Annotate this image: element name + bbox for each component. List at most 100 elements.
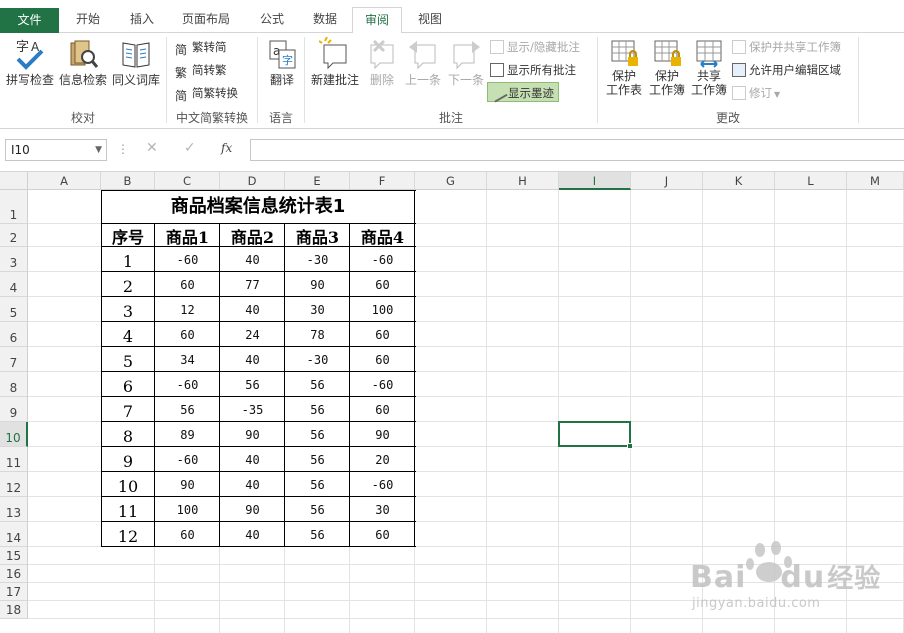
data-cell: 90 bbox=[310, 278, 325, 292]
row-header-11[interactable]: 11 bbox=[0, 447, 28, 472]
ink-pen-icon bbox=[488, 83, 508, 103]
table-header-cell: 商品3 bbox=[295, 228, 340, 247]
row-header-8[interactable]: 8 bbox=[0, 372, 28, 397]
column-header-k[interactable]: K bbox=[703, 172, 775, 190]
column-header-e[interactable]: E bbox=[285, 172, 350, 190]
row-header-16[interactable]: 16 bbox=[0, 565, 28, 583]
formula-input[interactable] bbox=[250, 139, 904, 161]
row-header-10[interactable]: 10 bbox=[0, 422, 28, 447]
share-workbook-icon bbox=[696, 40, 722, 68]
row-header-3[interactable]: 3 bbox=[0, 247, 28, 272]
row-header-18[interactable]: 18 bbox=[0, 601, 28, 619]
data-cell: 30 bbox=[310, 303, 325, 317]
data-cell: 100 bbox=[371, 303, 394, 317]
row-header-15[interactable]: 15 bbox=[0, 547, 28, 565]
column-header-c[interactable]: C bbox=[155, 172, 220, 190]
row-index-cell: 9 bbox=[122, 452, 134, 471]
column-header-g[interactable]: G bbox=[415, 172, 487, 190]
table-border bbox=[101, 190, 102, 547]
row-header-12[interactable]: 12 bbox=[0, 472, 28, 497]
row-header-14[interactable]: 14 bbox=[0, 522, 28, 547]
previous-comment-button[interactable]: 上一条 bbox=[403, 37, 443, 88]
convert-chinese-button[interactable]: 简简繁转换 bbox=[175, 83, 238, 103]
to-simplified-button[interactable]: 简繁转简 bbox=[175, 37, 227, 57]
row-header-4[interactable]: 4 bbox=[0, 272, 28, 297]
column-gridline bbox=[630, 190, 631, 633]
name-box[interactable]: I10 ▼ bbox=[5, 139, 107, 161]
show-ink-button[interactable]: 显示墨迹 bbox=[487, 82, 559, 103]
table-header-cell: 商品2 bbox=[230, 228, 275, 247]
column-header-b[interactable]: B bbox=[101, 172, 155, 190]
thesaurus-button[interactable]: 同义词库 bbox=[110, 37, 162, 88]
row-header-6[interactable]: 6 bbox=[0, 322, 28, 347]
new-comment-button[interactable]: 新建批注 bbox=[308, 37, 362, 88]
allow-edit-ranges-button[interactable]: 允许用户编辑区域 bbox=[732, 60, 841, 80]
protect-workbook-button[interactable]: 保护 工作簿 bbox=[646, 39, 688, 97]
cancel-icon[interactable]: ✕ bbox=[146, 140, 158, 156]
select-all-corner[interactable] bbox=[0, 172, 28, 190]
next-comment-button[interactable]: 下一条 bbox=[446, 37, 486, 88]
column-header-h[interactable]: H bbox=[487, 172, 559, 190]
row-header-9[interactable]: 9 bbox=[0, 397, 28, 422]
spell-check-button[interactable]: 字 A 拼写检查 bbox=[4, 37, 56, 88]
tab-file[interactable]: 文件 bbox=[0, 8, 59, 33]
tab-formulas[interactable]: 公式 bbox=[246, 7, 298, 33]
insert-function-icon[interactable]: fx bbox=[221, 141, 232, 155]
tab-page-layout[interactable]: 页面布局 bbox=[170, 7, 242, 33]
protect-sheet-button[interactable]: 保护 工作表 bbox=[603, 39, 645, 97]
show-hide-comment-button[interactable]: 显示/隐藏批注 bbox=[490, 37, 580, 57]
track-changes-button[interactable]: 修订 ▼ bbox=[732, 83, 780, 103]
row-index-cell: 6 bbox=[122, 377, 134, 396]
protect-share-button[interactable]: 保护并共享工作簿 bbox=[732, 37, 841, 57]
fill-handle[interactable] bbox=[627, 443, 633, 449]
data-cell: 60 bbox=[375, 278, 390, 292]
data-cell: 90 bbox=[245, 428, 260, 442]
research-button[interactable]: 信息检索 bbox=[57, 37, 109, 88]
column-header-j[interactable]: J bbox=[631, 172, 703, 190]
row-index-cell: 2 bbox=[122, 277, 134, 296]
protect-sheet-icon bbox=[611, 40, 638, 66]
chevron-down-icon[interactable]: ▼ bbox=[95, 140, 102, 160]
column-header-d[interactable]: D bbox=[220, 172, 285, 190]
show-all-comments-button[interactable]: 显示所有批注 bbox=[490, 60, 576, 80]
more-options-icon[interactable]: ⋮ bbox=[117, 142, 129, 156]
column-header-i[interactable]: I bbox=[559, 172, 631, 190]
column-header-f[interactable]: F bbox=[350, 172, 415, 190]
row-index-cell: 11 bbox=[117, 502, 139, 521]
to-traditional-button[interactable]: 繁简转繁 bbox=[175, 60, 227, 80]
column-header-a[interactable]: A bbox=[28, 172, 101, 190]
row-header-17[interactable]: 17 bbox=[0, 583, 28, 601]
data-cell: 56 bbox=[180, 403, 195, 417]
row-index-cell: 12 bbox=[117, 527, 139, 546]
row-header-5[interactable]: 5 bbox=[0, 297, 28, 322]
share-workbook-button[interactable]: 共享 工作簿 bbox=[688, 39, 730, 97]
data-cell: 56 bbox=[310, 478, 325, 492]
tab-review[interactable]: 审阅 bbox=[352, 7, 402, 34]
enter-icon[interactable]: ✓ bbox=[184, 140, 196, 156]
row-header-2[interactable]: 2 bbox=[0, 224, 28, 247]
row-header-13[interactable]: 13 bbox=[0, 497, 28, 522]
column-header-l[interactable]: L bbox=[775, 172, 847, 190]
tab-view[interactable]: 视图 bbox=[404, 7, 456, 33]
tab-insert[interactable]: 插入 bbox=[116, 7, 168, 33]
column-header-m[interactable]: M bbox=[847, 172, 904, 190]
table-header-cell: 序号 bbox=[111, 228, 144, 247]
data-cell: 60 bbox=[375, 328, 390, 342]
tab-home[interactable]: 开始 bbox=[62, 7, 114, 33]
row-header-7[interactable]: 7 bbox=[0, 347, 28, 372]
group-label-proofing: 校对 bbox=[70, 111, 95, 125]
table-border bbox=[101, 421, 416, 422]
delete-comment-button[interactable]: 删除 bbox=[364, 37, 400, 88]
tab-data[interactable]: 数据 bbox=[300, 7, 350, 33]
row-header-1[interactable]: 1 bbox=[0, 190, 28, 224]
data-cell: -35 bbox=[241, 403, 264, 417]
table-title: 商品档案信息统计表1 bbox=[170, 196, 346, 217]
data-cell: 30 bbox=[375, 503, 390, 517]
table-border bbox=[101, 546, 416, 547]
excel-window: 文件 开始 插入 页面布局 公式 数据 审阅 视图 字 A 拼写检查 信息检索 bbox=[0, 0, 904, 633]
translate-button[interactable]: a 字 翻译 bbox=[262, 37, 302, 88]
row-index-cell: 8 bbox=[122, 427, 134, 446]
row-index-cell: 7 bbox=[122, 402, 134, 421]
selected-cell[interactable] bbox=[558, 421, 631, 447]
data-cell: 60 bbox=[180, 328, 195, 342]
